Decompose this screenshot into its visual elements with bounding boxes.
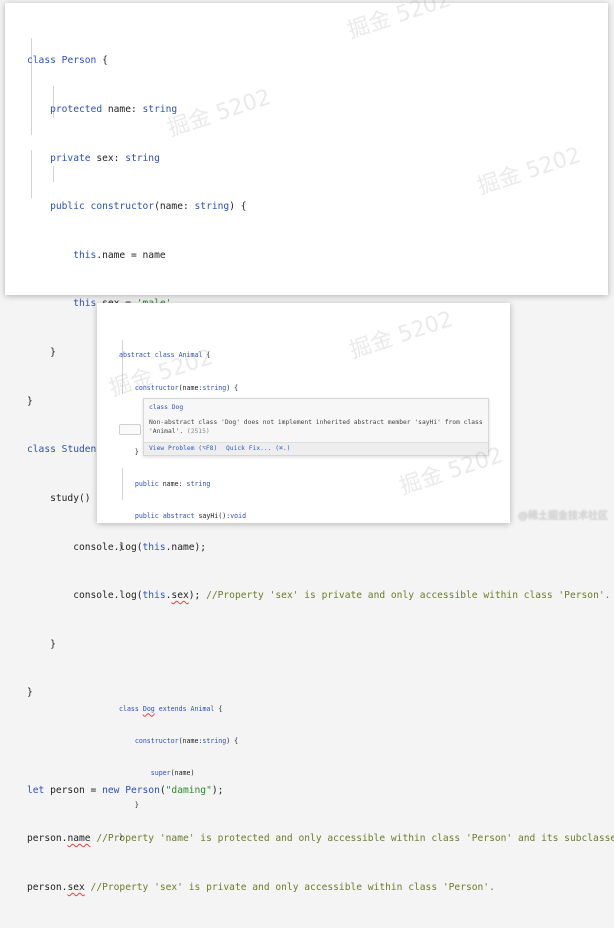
code-line: let person = new Person("daming");	[27, 784, 224, 796]
code-line: }	[119, 544, 123, 553]
code-line: }	[27, 638, 56, 650]
code-line: }	[27, 687, 33, 699]
footer-watermark: @稀土掘金技术社区	[518, 511, 608, 522]
code-line: person.name //Property 'name' is protect…	[27, 833, 614, 845]
code-line: class Dog extends Animal {	[119, 704, 223, 713]
view-problem-link[interactable]: View Problem (⌥F8)	[149, 445, 217, 452]
code-line: constructor(name:string) {	[134, 383, 239, 392]
code-line: }	[119, 800, 139, 809]
popup-message: Non-abstract class 'Dog' does not implem…	[149, 418, 484, 436]
code-line: private sex: string	[50, 152, 160, 164]
code-line: console.log(this.sex); //Property 'sex' …	[27, 590, 611, 602]
code-line: protected name: string	[50, 104, 178, 116]
popup-title: class Dog	[149, 404, 184, 411]
quick-fix-link[interactable]: Quick Fix... (⌘.)	[226, 445, 290, 452]
popup-error-code: (2515)	[186, 428, 210, 435]
code-line: abstract class Animal {	[119, 351, 211, 360]
code-line: public constructor(name: string) {	[50, 201, 247, 213]
code-card-abstract-class: abstract class Animal { constructor(name…	[97, 303, 510, 841]
code-line: }	[119, 833, 123, 842]
popup-actions-bar: View Problem (⌥F8) Quick Fix... (⌘.)	[144, 442, 488, 455]
quick-fix-lightbulb[interactable]	[119, 424, 141, 435]
code-line: this.name = name	[73, 249, 166, 261]
code-card-access-modifiers: class Person { protected name: string pr…	[5, 0, 614, 893]
code-line: super(name)	[150, 768, 195, 777]
watermark: 掘金 5202	[346, 306, 457, 364]
code-line: person.sex //Property 'sex' is private a…	[27, 881, 495, 893]
code-line: constructor(name:string) {	[134, 736, 239, 745]
error-hover-popup: class Dog Non-abstract class 'Dog' does …	[143, 398, 489, 456]
code-line: console.log(this.name);	[27, 541, 207, 553]
code-line: public abstract sayHi():void	[134, 511, 247, 520]
code-line: public name: string	[134, 479, 211, 488]
code-line: class Person {	[27, 55, 108, 67]
